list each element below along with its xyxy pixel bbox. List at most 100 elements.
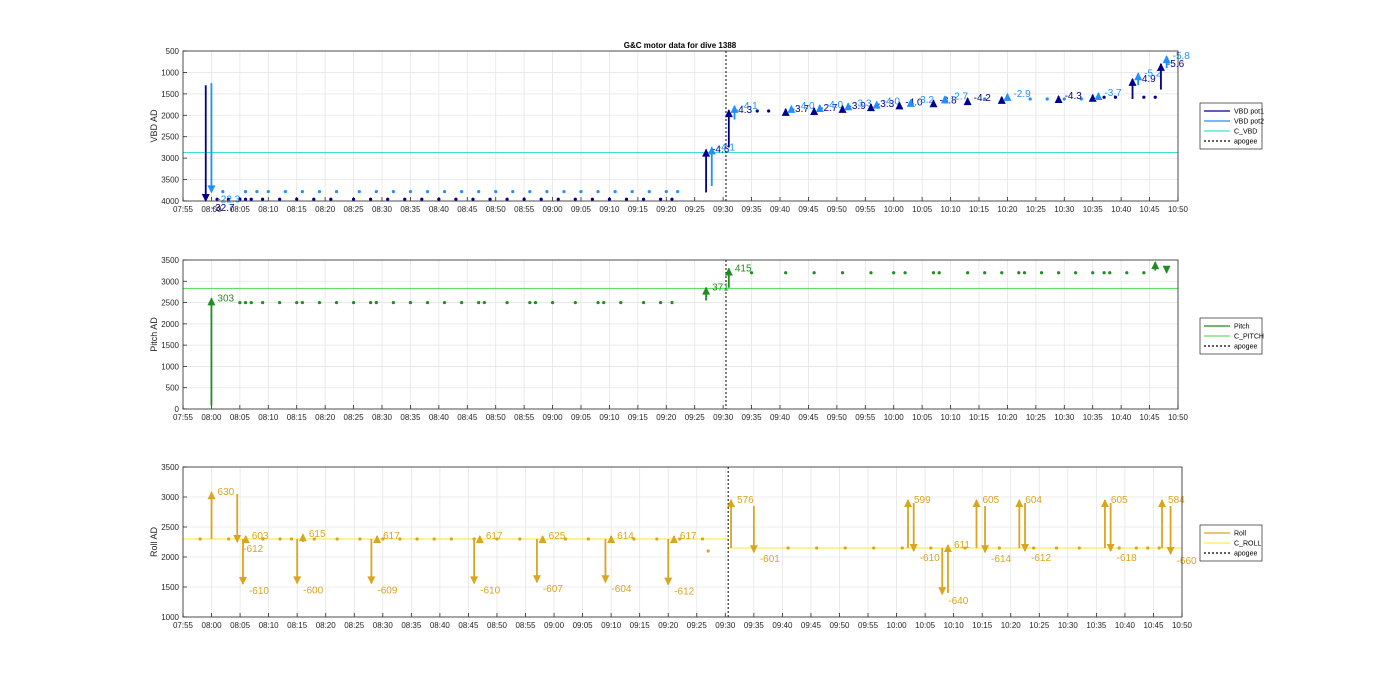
x-tick-label: 10:05 [915, 621, 936, 630]
data-point [1031, 546, 1036, 550]
arrow-label: 630 [218, 487, 235, 498]
arrow-label: -5.8 [1173, 51, 1191, 62]
data-point [329, 197, 333, 201]
x-tick-label: 10:25 [1029, 621, 1050, 630]
x-tick-label: 08:00 [201, 413, 222, 422]
legend-label: apogee [1234, 344, 1257, 351]
x-tick-label: 10:00 [884, 205, 905, 214]
data-point [477, 300, 481, 305]
x-tick-label: 09:55 [855, 205, 876, 214]
data-point [1153, 95, 1157, 99]
x-tick-label: 10:35 [1086, 621, 1107, 630]
x-tick-label: 10:20 [997, 205, 1018, 214]
data-point [590, 197, 594, 201]
data-point [624, 197, 629, 201]
data-point [872, 546, 876, 550]
x-tick-label: 09:20 [656, 413, 677, 422]
subplots: 07:55 08:00 08:05 08:10 08:15 08:20 08:25 08:30… [149, 47, 1264, 630]
x-tick-label: 09:00 [543, 413, 564, 422]
data-point [518, 537, 522, 541]
arrow-label: -4.1 [741, 101, 759, 112]
data-point [369, 197, 373, 201]
data-point [369, 300, 373, 305]
data-point [1142, 271, 1146, 275]
arrow-label: -612 [1031, 553, 1051, 564]
x-tick-label: 08:30 [372, 205, 393, 214]
data-point [494, 189, 498, 194]
x-tick-label: 08:45 [458, 621, 479, 630]
x-tick-label: 10:50 [1172, 621, 1193, 630]
data-point [227, 537, 231, 541]
x-tick-label: 08:35 [400, 205, 421, 214]
data-point [619, 300, 623, 305]
x-tick-label: 10:35 [1083, 413, 1104, 422]
y-tick-label: 2000 [161, 553, 179, 562]
arrow-label: -660 [1177, 556, 1197, 567]
data-point [312, 197, 316, 201]
data-point [786, 546, 790, 550]
x-tick-label: 08:40 [429, 413, 450, 422]
x-tick-label: 10:10 [941, 413, 962, 422]
arrow-label: -4.0 [797, 101, 815, 112]
x-tick-label: 09:40 [770, 205, 791, 214]
x-tick-label: 08:10 [258, 205, 279, 214]
y-tick-label: 3500 [161, 176, 179, 185]
x-tick-label: 08:55 [515, 621, 536, 630]
data-point [278, 300, 282, 305]
data-point [357, 189, 361, 194]
data-point [670, 197, 674, 201]
data-point [550, 300, 555, 305]
data-point [1102, 271, 1106, 275]
x-tick-label: 09:20 [658, 621, 679, 630]
data-point [317, 189, 322, 194]
x-tick-label: 08:55 [514, 205, 535, 214]
data-point [966, 271, 970, 275]
data-point [700, 537, 705, 541]
y-tick-label: 1000 [161, 613, 179, 622]
data-point [425, 300, 430, 305]
data-point [460, 300, 464, 305]
data-point [408, 189, 413, 194]
x-tick-label: 08:35 [400, 413, 421, 422]
data-point [511, 189, 515, 194]
arrow-label: 599 [914, 495, 931, 506]
y-tick-label: 1000 [161, 362, 179, 371]
arrow-label: 605 [1111, 495, 1128, 506]
y-tick-label: 3000 [161, 277, 179, 286]
x-tick-label: 07:55 [173, 413, 194, 422]
x-tick-label: 08:15 [287, 621, 308, 630]
legend-label: VBD pot1 [1234, 109, 1264, 116]
data-point [261, 300, 265, 305]
x-tick-label: 09:25 [685, 413, 706, 422]
data-point [900, 546, 904, 550]
x-tick-label: 08:20 [316, 621, 337, 630]
x-tick-label: 08:20 [315, 205, 336, 214]
data-point [358, 537, 362, 541]
x-tick-label: 09:40 [770, 413, 791, 422]
data-point [562, 189, 566, 194]
y-tick-label: 0 [175, 405, 180, 414]
x-tick-label: 10:40 [1115, 621, 1136, 630]
legend-label: C_VBD [1234, 129, 1257, 136]
data-point [545, 189, 549, 194]
y-tick-label: 4000 [161, 197, 179, 206]
x-tick-label: 09:45 [798, 413, 819, 422]
data-point [261, 197, 265, 201]
x-tick-label: 10:30 [1058, 621, 1079, 630]
x-tick-label: 10:05 [912, 413, 933, 422]
x-tick-label: 08:50 [486, 413, 507, 422]
x-tick-label: 09:05 [571, 205, 592, 214]
x-tick-label: 09:10 [599, 413, 620, 422]
y-tick-label: 1500 [161, 90, 179, 99]
x-tick-label: 08:35 [401, 621, 422, 630]
subplot-3: 07:55 08:00 08:05 08:10 08:15 08:20 08:25 08:30… [149, 463, 1263, 630]
x-tick-label: 08:00 [202, 621, 223, 630]
legend-label: VBD pot2 [1234, 119, 1264, 126]
data-point [1039, 271, 1044, 275]
x-tick-label: 08:55 [514, 413, 535, 422]
x-tick-label: 09:40 [772, 621, 793, 630]
y-axis-label: Roll AD [149, 526, 159, 557]
y-tick-label: 2500 [161, 133, 179, 142]
x-tick-label: 07:55 [173, 621, 194, 630]
data-point [1157, 546, 1161, 550]
